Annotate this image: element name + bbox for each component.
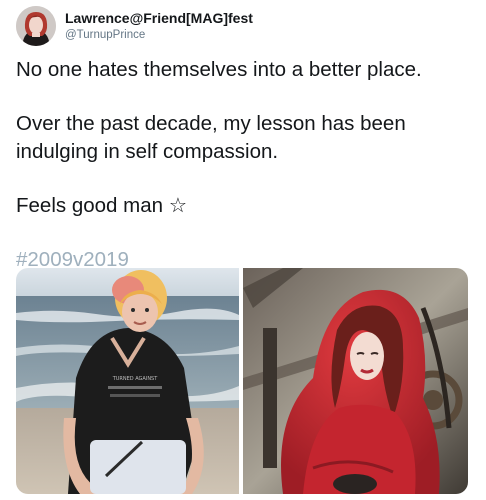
tweet-line: Feels good man ☆ [16, 194, 188, 217]
shirt-print: TURNED AGAINST [112, 376, 159, 382]
tweet-text: No one hates themselves into a better pl… [16, 56, 468, 274]
author-display-name[interactable]: Lawrence@Friend[MAG]fest [65, 10, 253, 26]
tweet-line: indulging in self compassion. [16, 140, 279, 163]
avatar-photo [16, 6, 56, 46]
beach-photo: TURNED AGAINST [16, 268, 239, 494]
media-grid: TURNED AGAINST [16, 268, 468, 494]
author-handle[interactable]: @TurnupPrince [65, 29, 145, 41]
tweet-line: Over the past decade, my lesson has been [16, 112, 406, 135]
author-avatar[interactable] [16, 6, 56, 46]
cosplay-photo [243, 268, 468, 494]
photo-2019[interactable] [243, 268, 468, 494]
tweet-line: No one hates themselves into a better pl… [16, 58, 422, 81]
photo-2009[interactable]: TURNED AGAINST [16, 268, 239, 494]
tweet-header: Lawrence@Friend[MAG]fest @TurnupPrince [16, 6, 456, 46]
